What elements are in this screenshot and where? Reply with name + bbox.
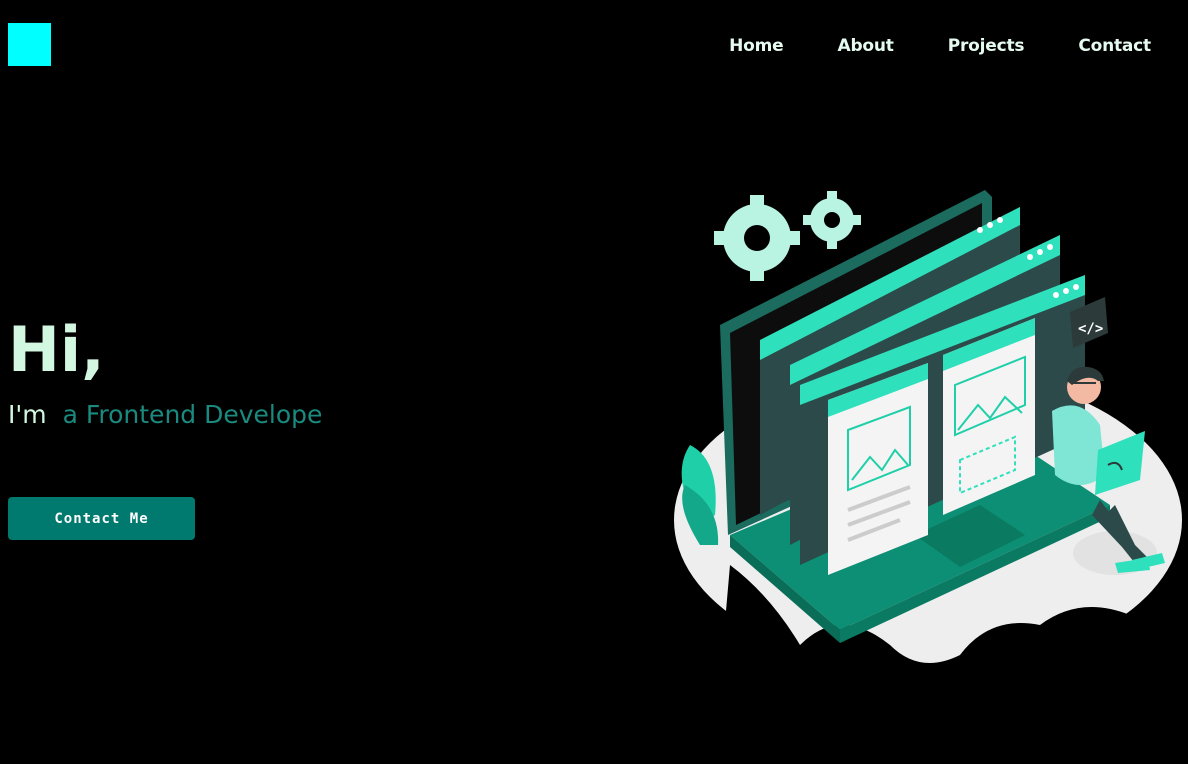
hero-intro: I'm a Frontend Develope — [8, 399, 322, 431]
hero-role: a Frontend Develope — [62, 400, 323, 429]
contact-me-button[interactable]: Contact Me — [8, 497, 195, 540]
gear-icon — [714, 195, 800, 281]
nav-contact[interactable]: Contact — [1078, 36, 1151, 56]
nav-home[interactable]: Home — [729, 36, 784, 56]
svg-text:</>: </> — [1078, 321, 1103, 337]
nav-about[interactable]: About — [837, 36, 893, 56]
hero-greeting: Hi, — [8, 313, 105, 386]
main-nav: Home About Projects Contact — [729, 36, 1151, 56]
developer-illustration: </> — [674, 190, 1182, 680]
hero-prefix: I'm — [8, 400, 47, 429]
logo-square[interactable] — [8, 23, 51, 66]
nav-projects[interactable]: Projects — [948, 36, 1025, 56]
gear-small-icon — [803, 191, 861, 249]
